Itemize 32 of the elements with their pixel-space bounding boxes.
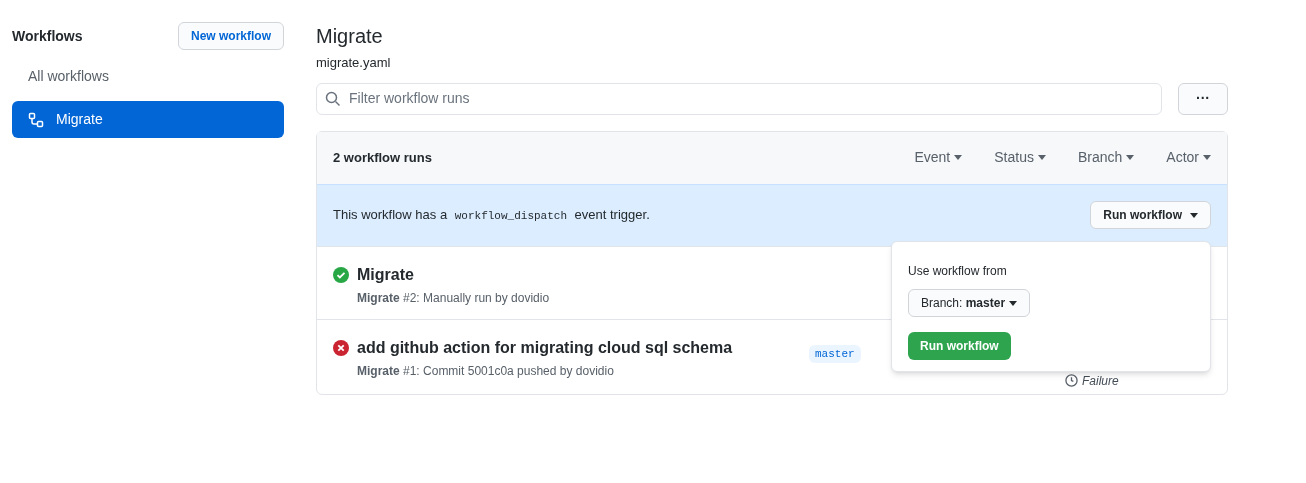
run-meta: Migrate #1: Commit 5001c0a pushed by dovidio [357,362,615,380]
dispatch-message: This workflow has a workflow_dispatch event trigger. [333,206,651,225]
search-input[interactable]: Filter workflow runs [349,88,1153,109]
branch-select[interactable]: Branch: master [908,289,1031,317]
branch-label[interactable]: master [809,344,861,363]
more-button[interactable]: ··· [1178,82,1228,115]
search-field[interactable]: Filter workflow runs [316,82,1162,115]
clock-icon [1065,374,1078,387]
run-title-link[interactable]: Migrate [357,264,777,285]
new-workflow-button[interactable]: New workflow [178,22,284,50]
caret-icon [1203,155,1211,160]
run-meta: Migrate #2: Manually run by dovidio [357,289,551,307]
workflow-file-link[interactable]: migrate.yaml [316,53,1228,73]
run-workflow-dropdown[interactable]: Run workflow [1090,201,1211,229]
run-title-link[interactable]: add github action for migrating cloud sql schema [357,337,777,358]
caret-icon [1126,155,1135,160]
filter-dropdown[interactable]: Actor [1166,147,1211,168]
workflow-title: Migrate [316,24,384,48]
runs-count: 2 workflow runs [333,148,433,167]
sidebar-title: Workflows [12,26,83,46]
caret-icon [1009,300,1018,306]
popup-label: Use workflow from [908,263,1008,280]
sidebar-item[interactable]: All workflows [12,58,284,95]
caret-icon [1037,155,1046,160]
search-icon [325,90,341,107]
filter-dropdown[interactable]: Branch [1077,147,1135,168]
sidebar-item[interactable]: Migrate [12,101,284,138]
caret-icon [954,155,963,160]
caret-icon [1190,213,1198,219]
run-result: Failure [1065,371,1119,390]
filter-dropdown[interactable]: Status [994,147,1046,168]
filter-dropdown[interactable]: Event [914,147,963,168]
